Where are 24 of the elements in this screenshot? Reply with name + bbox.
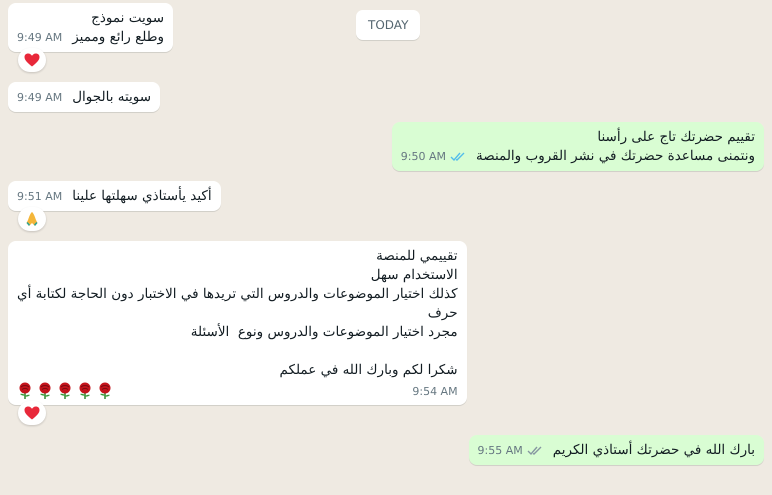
heart-icon xyxy=(24,53,40,67)
message-text: تقييم حضرتك تاج على رأسنا ونتمنى مساعدة حضرتك في نشر القروب والمنصة xyxy=(476,128,755,166)
message-time: 9:55 AM xyxy=(478,442,523,458)
message-text: سويت نموذج وطلع رائع ومميز xyxy=(72,9,164,47)
date-chip: TODAY xyxy=(356,10,420,40)
message-text: شكرا لكم وبارك الله في عملكم xyxy=(278,361,458,380)
message-text: بارك الله في حضرتك أستاذي الكريم xyxy=(552,441,755,460)
message-time: 9:51 AM xyxy=(17,188,62,204)
message-time: 9:54 AM xyxy=(412,384,458,400)
rose-icon xyxy=(97,382,113,400)
rose-icon xyxy=(17,382,33,400)
message-time: 9:49 AM xyxy=(17,30,62,46)
message-text: تقييمي للمنصة الاستخدام سهل كذلك اختيار الموضوعات والدروس التي تريدها في الاختبار دون الحاجة لكتابة أي حرف مجرد اختيار الموضوعات والدروس ونوع الأسئلة xyxy=(17,247,458,342)
message-text: أكيد يأستاذي سهلتها علينا xyxy=(72,187,212,206)
praying-hands-icon xyxy=(25,211,39,227)
rose-icon xyxy=(37,382,53,400)
reaction-badge[interactable] xyxy=(18,401,46,425)
message-time: 9:50 AM xyxy=(400,148,446,164)
rose-icon xyxy=(57,382,73,400)
heart-icon xyxy=(24,406,40,420)
message-time: 9:49 AM xyxy=(17,90,62,106)
message-text: سويته بالجوال xyxy=(72,88,152,107)
rose-icon xyxy=(77,382,93,400)
reaction-badge[interactable] xyxy=(18,48,46,72)
